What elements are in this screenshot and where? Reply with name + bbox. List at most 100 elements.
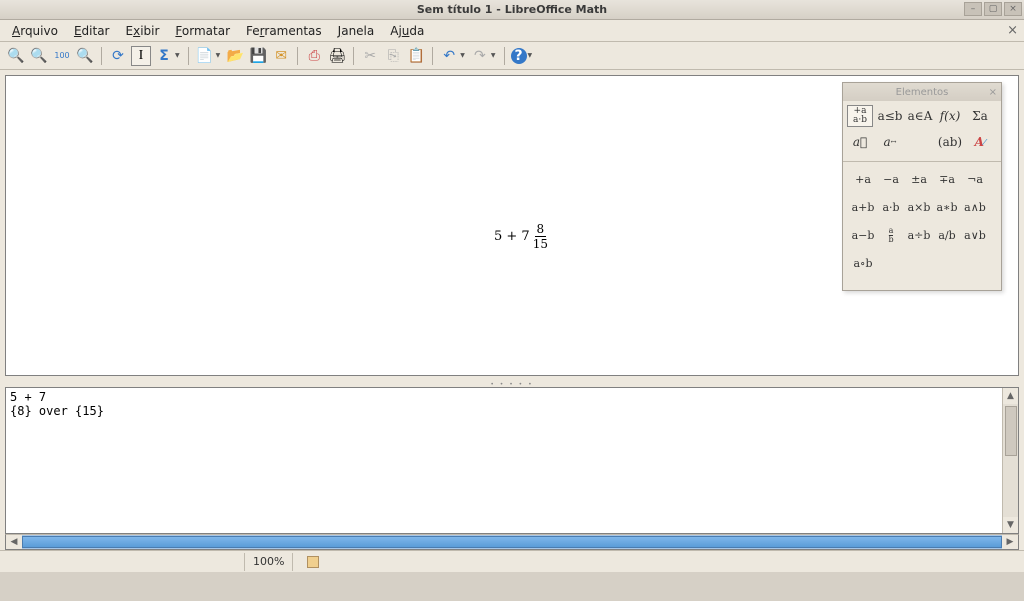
window-title: Sem título 1 - LibreOffice Math [417, 3, 607, 16]
zoom-out-icon[interactable]: 🔍 [29, 46, 49, 66]
redo-icon[interactable]: ↷ [470, 46, 490, 66]
op-minus-a[interactable]: −a [877, 170, 905, 188]
category-unary-binary[interactable]: +aa·b [847, 105, 873, 127]
op-a-div-b[interactable]: a÷b [905, 226, 933, 244]
op-plus-a[interactable]: +a [849, 170, 877, 188]
maximize-button[interactable]: ▢ [984, 2, 1002, 16]
formula-cursor-icon[interactable]: I [131, 46, 151, 66]
modified-indicator [292, 553, 327, 571]
mail-icon[interactable]: ✉ [271, 46, 291, 66]
category-attributes[interactable]: a⃗ [847, 131, 873, 153]
toolbar-separator [297, 47, 298, 65]
save-icon[interactable]: 💾 [248, 46, 268, 66]
dropdown-arrow-icon[interactable]: ▼ [175, 52, 182, 59]
dropdown-arrow-icon[interactable]: ▼ [460, 52, 467, 59]
toolbar-separator [353, 47, 354, 65]
op-a-and-b[interactable]: a∧b [961, 198, 989, 216]
op-a-over-b[interactable]: ab [877, 226, 905, 244]
category-spacer [907, 131, 933, 153]
help-icon[interactable]: ? [511, 48, 527, 64]
op-minusplus-a[interactable]: ∓a [933, 170, 961, 188]
category-functions[interactable]: f(x) [937, 105, 963, 127]
zoom-fit-icon[interactable]: 🔍 [75, 46, 95, 66]
toolbar-separator [101, 47, 102, 65]
statusbar: 100% [0, 550, 1024, 572]
fraction-numerator: 8 [535, 222, 547, 237]
zoom-100-icon[interactable]: 100 [52, 46, 72, 66]
print-icon[interactable]: 🖨 [327, 46, 347, 66]
toolbar: 🔍 🔍 100 🔍 ⟳ I Σ ▼ 📄 ▼ 📂 💾 ✉ ⎙ 🖨 ✂ ⎘ 📋 ↶ … [0, 42, 1024, 70]
elements-categories: +aa·b a≤b a∈A f(x) Σa a⃗ a↔ (ab) A⁄ [843, 101, 1001, 157]
open-icon[interactable]: 📂 [225, 46, 245, 66]
category-others[interactable]: a↔ [877, 131, 903, 153]
hscroll-track[interactable] [22, 535, 1002, 549]
scroll-up-icon[interactable]: ▲ [1003, 388, 1018, 404]
window-titlebar: Sem título 1 - LibreOffice Math – ▢ × [0, 0, 1024, 20]
category-operators[interactable]: Σa [967, 105, 993, 127]
toolbar-separator [504, 47, 505, 65]
toolbar-separator [188, 47, 189, 65]
fraction-denominator: 15 [531, 237, 550, 251]
formula-fraction: 8 15 [531, 222, 550, 251]
undo-icon[interactable]: ↶ [439, 46, 459, 66]
elements-sigma-icon[interactable]: Σ [154, 46, 174, 66]
toolbar-separator [432, 47, 433, 65]
op-not-a[interactable]: ¬a [961, 170, 989, 188]
dropdown-arrow-icon[interactable]: ▼ [528, 52, 535, 59]
op-a-or-b[interactable]: a∨b [961, 226, 989, 244]
elements-panel[interactable]: Elementos × +aa·b a≤b a∈A f(x) Σa a⃗ a↔ … [842, 82, 1002, 291]
formula-left: 5 + 7 [494, 229, 530, 244]
category-brackets[interactable]: (ab) [937, 131, 963, 153]
menu-janela[interactable]: Janela [330, 22, 383, 40]
menu-arquivo[interactable]: Arquivo [4, 22, 66, 40]
copy-icon[interactable]: ⎘ [383, 46, 403, 66]
menu-formatar[interactable]: Formatar [167, 22, 238, 40]
horizontal-scrollbar[interactable]: ◀ ▶ [5, 534, 1019, 550]
op-plusminus-a[interactable]: ±a [905, 170, 933, 188]
dropdown-arrow-icon[interactable]: ▼ [216, 52, 223, 59]
window-controls: – ▢ × [964, 2, 1022, 16]
op-a-slash-b[interactable]: a/b [933, 226, 961, 244]
panel-separator [843, 161, 1001, 162]
menu-exibir[interactable]: Exibir [118, 22, 168, 40]
elements-panel-title[interactable]: Elementos × [843, 83, 1001, 101]
minimize-button[interactable]: – [964, 2, 982, 16]
cut-icon[interactable]: ✂ [360, 46, 380, 66]
op-a-cdot-b[interactable]: a·b [877, 198, 905, 216]
op-a-circ-b[interactable]: a∘b [849, 254, 877, 272]
close-document-button[interactable]: × [1007, 23, 1018, 38]
menu-ferramentas[interactable]: Ferramentas [238, 22, 330, 40]
op-a-star-b[interactable]: a∗b [933, 198, 961, 216]
new-document-icon[interactable]: 📄 [195, 46, 215, 66]
vertical-scrollbar[interactable]: ▲ ▼ [1002, 388, 1018, 533]
op-a-times-b[interactable]: a×b [905, 198, 933, 216]
menubar: Arquivo Editar Exibir Formatar Ferrament… [0, 20, 1024, 42]
scroll-right-icon[interactable]: ▶ [1002, 535, 1018, 549]
export-pdf-icon[interactable]: ⎙ [304, 46, 324, 66]
zoom-level[interactable]: 100% [244, 553, 292, 571]
category-relations[interactable]: a≤b [877, 105, 903, 127]
scroll-down-icon[interactable]: ▼ [1003, 517, 1018, 533]
scroll-left-icon[interactable]: ◀ [6, 535, 22, 549]
category-set-operations[interactable]: a∈A [907, 105, 933, 127]
scroll-thumb[interactable] [1005, 406, 1017, 456]
dropdown-arrow-icon[interactable]: ▼ [491, 52, 498, 59]
close-icon[interactable]: × [989, 87, 997, 98]
refresh-icon[interactable]: ⟳ [108, 46, 128, 66]
formula-canvas[interactable]: 5 + 7 8 15 Elementos × +aa·b a≤b a∈A f(x… [5, 75, 1019, 376]
close-button[interactable]: × [1004, 2, 1022, 16]
command-window: ▲ ▼ ◀ ▶ [0, 387, 1024, 550]
modified-icon [307, 556, 319, 568]
elements-operations: +a −a ±a ∓a ¬a a+b a·b a×b a∗b a∧b a−b a… [843, 166, 1001, 290]
category-formats[interactable]: A⁄ [967, 131, 993, 153]
menu-editar[interactable]: Editar [66, 22, 118, 40]
paste-icon[interactable]: 📋 [406, 46, 426, 66]
menu-ajuda[interactable]: Ajuda [382, 22, 432, 40]
formula-render: 5 + 7 8 15 [494, 222, 550, 251]
op-a-minus-b[interactable]: a−b [849, 226, 877, 244]
op-a-plus-b[interactable]: a+b [849, 198, 877, 216]
zoom-in-icon[interactable]: 🔍 [6, 46, 26, 66]
formula-input[interactable] [6, 388, 1002, 533]
formula-view-container: 5 + 7 8 15 Elementos × +aa·b a≤b a∈A f(x… [0, 70, 1024, 381]
hscroll-thumb[interactable] [22, 536, 1002, 548]
